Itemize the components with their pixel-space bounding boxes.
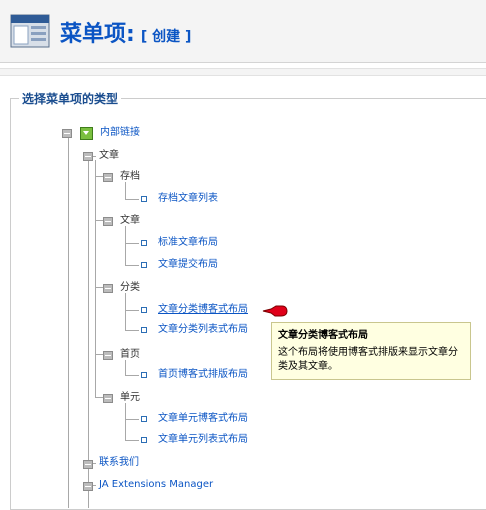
menu-type-link[interactable]: 文章提交布局 (158, 259, 218, 271)
tree-root-label[interactable]: 内部链接 (100, 127, 140, 139)
leaf-icon (141, 307, 147, 313)
leaf-icon (141, 240, 147, 246)
tooltip-title: 文章分类博客式布局 (278, 330, 368, 341)
menu-type-link[interactable]: 文章单元博客式布局 (158, 413, 248, 425)
tree-node-archive: 存档 (120, 171, 140, 182)
menu-type-link[interactable]: 文章单元列表式布局 (158, 434, 248, 446)
tree-line (125, 265, 139, 266)
leaf-icon (141, 372, 147, 378)
menu-type-link[interactable]: 首页博客式排版布局 (158, 369, 248, 381)
leaf-icon (141, 327, 147, 333)
page-title-text: 菜单项: (60, 22, 135, 47)
tree-line (125, 360, 126, 376)
tree-node-category: 分类 (120, 282, 140, 293)
leaf-icon (141, 437, 147, 443)
tree-line (125, 403, 126, 441)
tooltip-body: 这个布局将使用博客式排版来显示文章分类及其文章。 (278, 347, 458, 372)
tree-node-section: 单元 (120, 392, 140, 403)
panel-legend: 选择菜单项的类型 (19, 91, 122, 107)
leaf-icon (141, 262, 147, 268)
leaf-icon (141, 416, 147, 422)
tree-node-article: 文章 (120, 215, 140, 226)
tree-line (125, 226, 126, 266)
tree-node-ja-extensions[interactable]: JA Extensions Manager (99, 479, 213, 491)
leaf-icon (141, 196, 147, 202)
menu-type-link[interactable]: 标准文章布局 (158, 237, 218, 249)
tree-line (95, 160, 96, 398)
tree-node-frontpage: 首页 (120, 349, 140, 360)
menu-type-panel: 选择菜单项的类型 (10, 91, 486, 510)
tree-line (125, 440, 139, 441)
menu-type-link[interactable]: 存档文章列表 (158, 193, 218, 205)
pointer-hand-icon (262, 305, 288, 317)
tree-node-contact[interactable]: 联系我们 (99, 457, 139, 469)
collapse-toggle[interactable] (103, 173, 113, 182)
folder-open-icon (80, 127, 93, 140)
collapse-toggle[interactable] (103, 217, 113, 226)
page-header: 菜单项: [ 创建 ] (0, 0, 486, 63)
collapse-toggle[interactable] (62, 129, 72, 138)
tree-line (125, 310, 139, 311)
tree-line (125, 243, 139, 244)
menu-type-link-hovered[interactable]: 文章分类博客式布局 (158, 304, 248, 316)
tooltip: 文章分类博客式布局 这个布局将使用博客式排版来显示文章分类及其文章。 (271, 322, 471, 380)
page-title: 菜单项: [ 创建 ] (60, 16, 191, 50)
tree-line (125, 330, 139, 331)
menu-icon (10, 14, 50, 48)
tree-line (125, 419, 139, 420)
tree-node-wenzhang: 文章 (99, 150, 119, 161)
tree-line (125, 199, 139, 200)
collapse-toggle[interactable] (103, 351, 113, 360)
menu-type-link[interactable]: 文章分类列表式布局 (158, 324, 248, 336)
tree-line (125, 293, 126, 331)
tree-line (88, 158, 89, 508)
collapse-toggle[interactable] (83, 152, 93, 161)
tree-line (68, 136, 69, 508)
tree-line (125, 375, 139, 376)
header-separator (0, 68, 486, 76)
expand-toggle[interactable] (83, 482, 93, 491)
collapse-toggle[interactable] (103, 284, 113, 293)
tree-line (125, 182, 126, 200)
expand-toggle[interactable] (83, 460, 93, 469)
collapse-toggle[interactable] (103, 394, 113, 403)
page-title-action: [ 创建 ] (140, 29, 192, 45)
